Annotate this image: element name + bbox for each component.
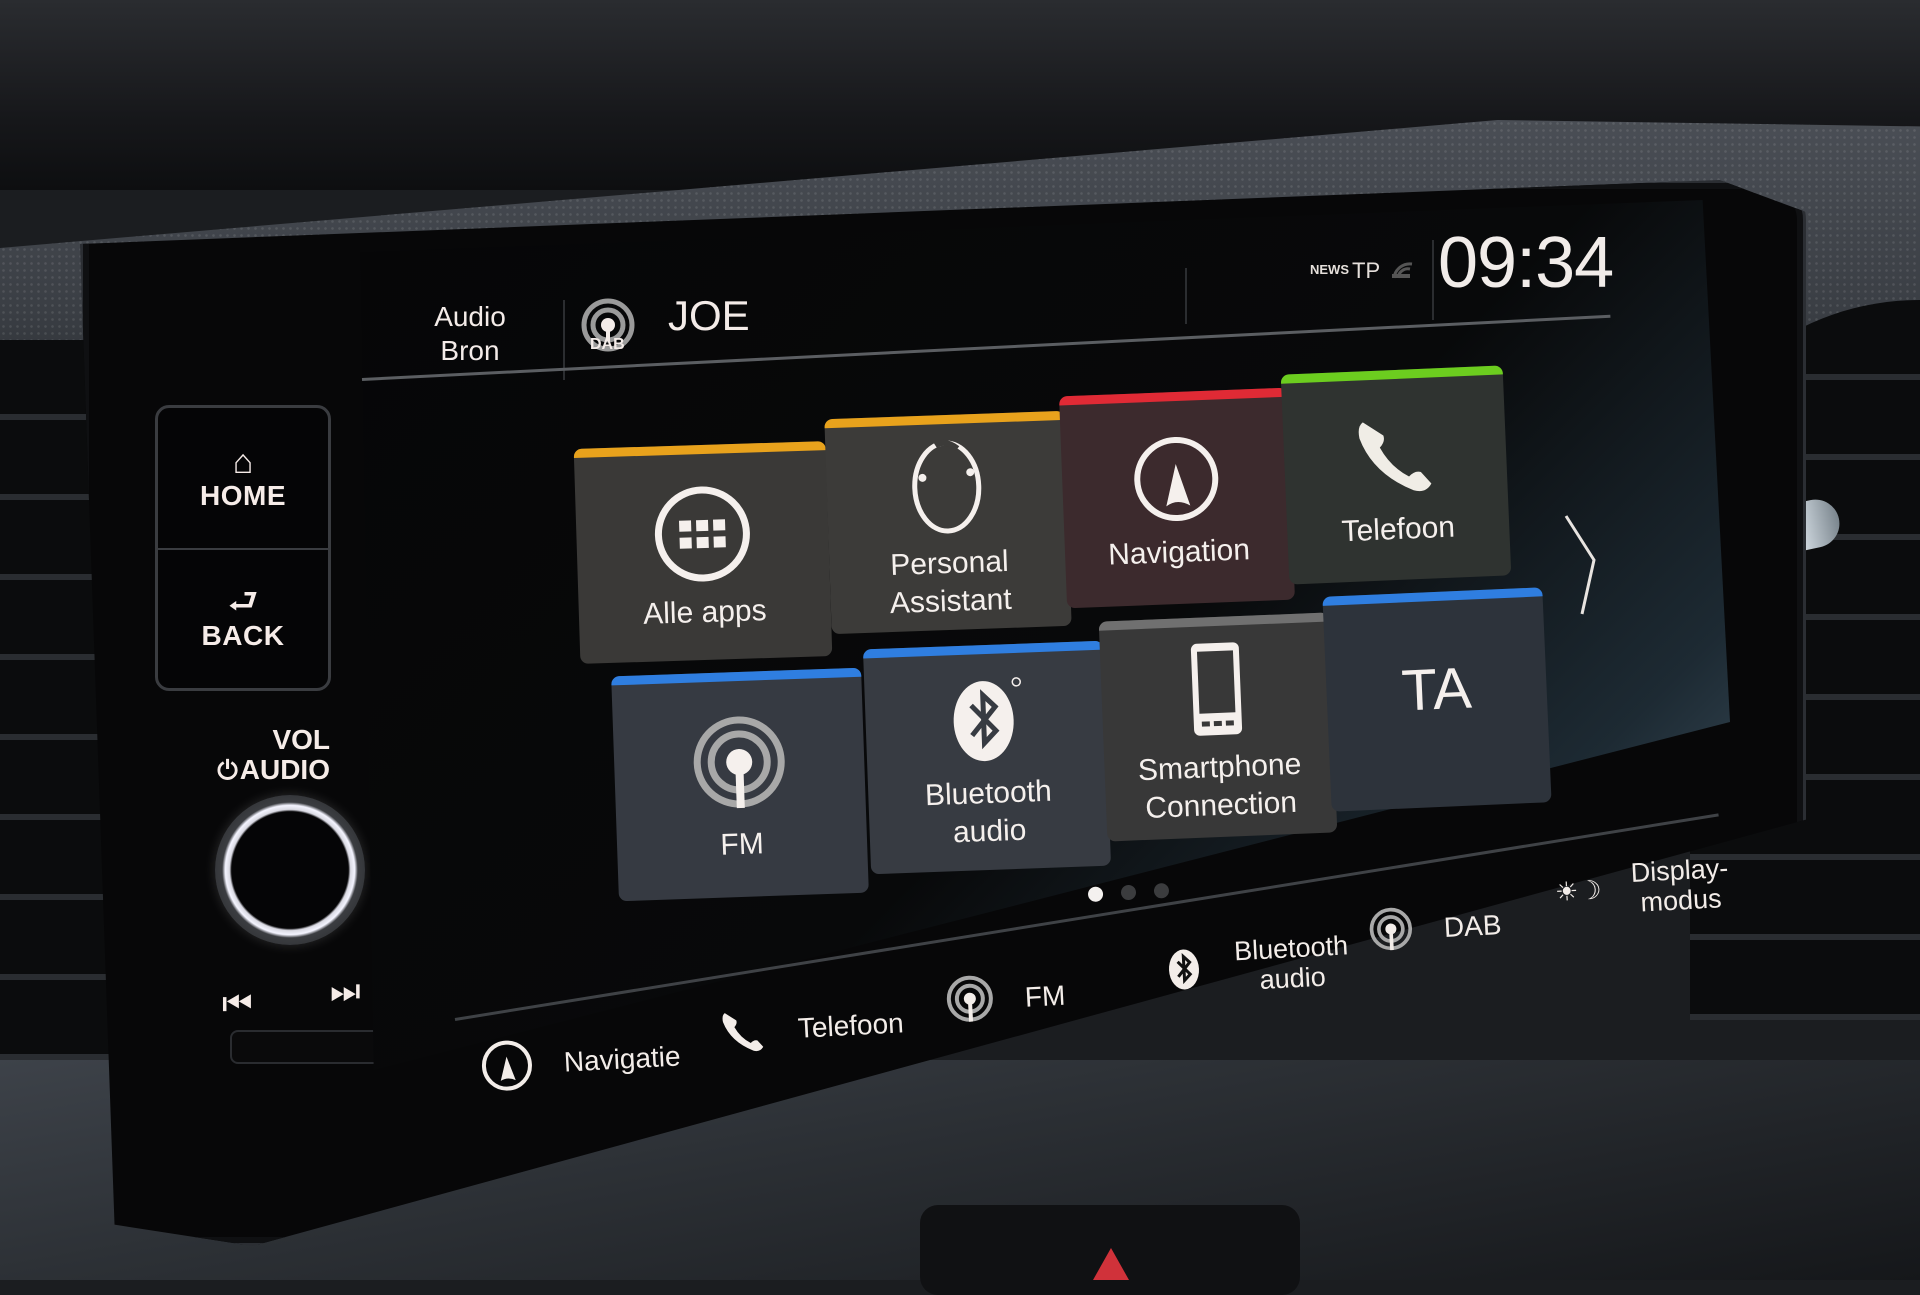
home-button[interactable]: ⌂ HOME [158, 408, 328, 550]
shortcut-dab[interactable]: DAB [1367, 898, 1503, 959]
source-badge: DAB [590, 336, 625, 353]
tile-label: Personal Assistant [888, 542, 1012, 622]
shortcut-label-line2: audio [1258, 961, 1327, 996]
header-divider [1185, 268, 1187, 324]
shortcut-label-line2: modus [1639, 883, 1723, 918]
tile-alle-apps[interactable]: Alle apps [573, 441, 833, 664]
hazard-icon [1093, 1248, 1129, 1280]
tile-traffic-announcement[interactable]: TA [1322, 587, 1552, 812]
hardware-button-group: ⌂ HOME ⮐ BACK [155, 405, 331, 691]
radio-icon [693, 716, 785, 808]
seek-rocker[interactable] [230, 1030, 394, 1064]
clock: 09:34 [1438, 223, 1614, 303]
apps-grid-icon [654, 486, 750, 582]
tile-label-line1: Bluetooth [924, 774, 1053, 812]
skip-forward-button[interactable]: ⏭ [330, 972, 361, 1011]
shortcut-navigatie[interactable]: Navigatie [479, 1030, 682, 1094]
tile-personal-assistant[interactable]: Personal Assistant [824, 410, 1072, 635]
tile-smartphone-connection[interactable]: Smartphone Connection [1098, 612, 1338, 842]
home-label: HOME [200, 480, 286, 511]
skip-back-icon: ⏮ [222, 985, 253, 1023]
tp-indicator: TP [1352, 258, 1381, 283]
shortcut-bluetooth-audio[interactable]: Bluetooth audio [1163, 930, 1350, 1000]
radio-icon [946, 975, 993, 1022]
shortcut-display-mode[interactable]: ☀☽ Display-modus [1553, 853, 1730, 922]
tile-bluetooth-audio[interactable]: Bluetooth audio [862, 640, 1112, 875]
back-arrow-icon: ⮐ [227, 583, 259, 621]
audio-source-button[interactable]: Audio Bron [395, 300, 545, 380]
power-icon: ⏻ [217, 755, 238, 785]
header-divider [1432, 240, 1434, 320]
shortcut-label: Bluetooth audio [1233, 930, 1350, 996]
vol-label-line1: VOL [272, 724, 330, 755]
station-name: JOE [668, 292, 750, 339]
back-label: BACK [201, 620, 285, 651]
volume-knob[interactable] [215, 795, 365, 945]
tile-label-line2: Assistant [889, 582, 1013, 620]
home-icon: ⌂ [232, 443, 254, 481]
vol-label-line2: AUDIO [239, 754, 330, 785]
skip-back-button[interactable]: ⏮ [222, 985, 253, 1024]
tile-fm[interactable]: FM [611, 667, 869, 902]
page-dot[interactable] [1087, 886, 1104, 903]
shortcut-fm[interactable]: FM [944, 969, 1067, 1029]
tile-telefoon[interactable]: Telefoon [1280, 365, 1512, 585]
skip-forward-icon: ⏭ [330, 972, 361, 1010]
tile-label: Bluetooth audio [924, 772, 1053, 853]
shortcut-label: Navigatie [563, 1040, 682, 1078]
volume-label: VOL ⏻AUDIO [205, 724, 330, 786]
shortcut-label: Telefoon [797, 1007, 905, 1044]
radio-icon [1369, 907, 1413, 951]
navigation-icon [1134, 437, 1219, 522]
tile-label-line2: Connection [1144, 785, 1298, 825]
tile-label-line2: audio [952, 813, 1027, 849]
tile-label-line1: Smartphone [1137, 747, 1302, 788]
navigation-icon [481, 1040, 532, 1091]
tile-label: Smartphone Connection [1137, 746, 1303, 828]
tile-label: Telefoon [1340, 510, 1456, 549]
signal-strength-icon [1392, 262, 1413, 279]
tile-label-line1: Personal [889, 544, 1010, 582]
bluetooth-icon [953, 676, 1021, 761]
tile-label: Alle apps [642, 593, 768, 631]
tile-label: FM [719, 826, 765, 862]
page-dot[interactable] [1120, 884, 1137, 901]
page-dot[interactable] [1153, 882, 1170, 899]
tile-navigation[interactable]: Navigation [1059, 387, 1295, 609]
shortcut-label: FM [1024, 979, 1067, 1013]
shortcut-label: Display-modus [1630, 853, 1731, 918]
shortcut-label-line1: Bluetooth [1233, 930, 1349, 967]
phone-icon [1358, 422, 1432, 492]
news-indicator: NEWS [1310, 262, 1349, 277]
audio-source-line1: Audio [434, 301, 506, 332]
phone-icon [722, 1013, 764, 1052]
back-button[interactable]: ⮐ BACK [158, 548, 328, 688]
tile-label: TA [1400, 655, 1473, 724]
shortcut-telefoon[interactable]: Telefoon [717, 998, 905, 1058]
assistant-icon [912, 439, 982, 534]
bluetooth-icon [1168, 949, 1200, 990]
next-page-chevron-icon[interactable] [1560, 510, 1600, 620]
smartphone-icon [1190, 642, 1243, 736]
shortcut-label: DAB [1443, 909, 1503, 944]
day-night-icon: ☀☽ [1554, 874, 1603, 907]
tile-label: Navigation [1107, 533, 1251, 572]
audio-source-line2: Bron [440, 335, 500, 366]
